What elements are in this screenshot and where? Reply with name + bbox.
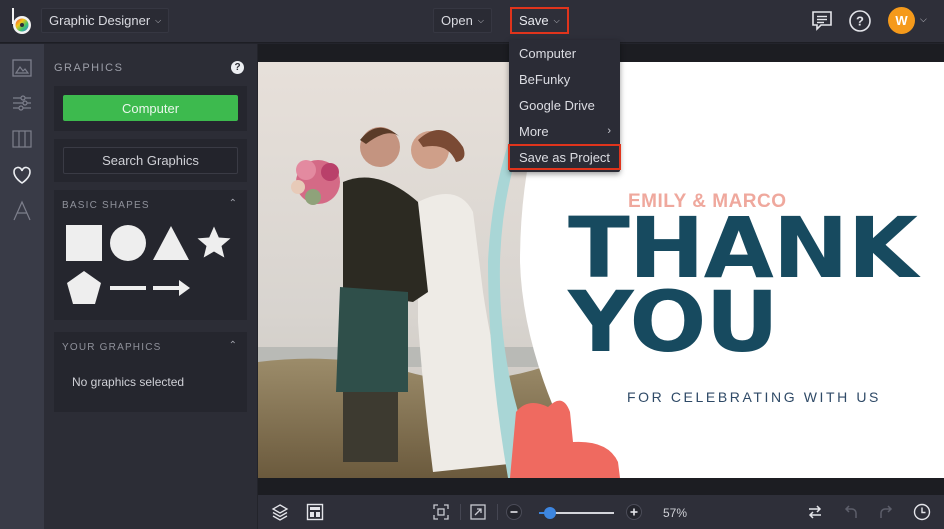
chevron-down-icon[interactable]: ⌵ bbox=[920, 14, 927, 25]
zoom-slider[interactable] bbox=[539, 507, 614, 519]
chevron-down-icon: ⌵ bbox=[477, 15, 484, 25]
divider bbox=[460, 504, 461, 520]
zoom-in-icon[interactable] bbox=[625, 503, 643, 521]
app-mode-select[interactable]: Graphic Designer ⌵ bbox=[41, 8, 170, 33]
shape-star[interactable] bbox=[195, 225, 233, 261]
text-icon[interactable] bbox=[10, 199, 34, 223]
panel-title: GRAPHICS bbox=[54, 62, 124, 74]
chevron-up-icon[interactable]: ⌃ bbox=[229, 340, 237, 351]
save-dropdown-menu: Computer BeFunky Google Drive More › Sav… bbox=[508, 40, 621, 172]
actual-size-icon[interactable] bbox=[469, 503, 487, 521]
menu-item-label: More bbox=[519, 123, 549, 139]
basic-shapes-title: BASIC SHAPES bbox=[62, 200, 150, 211]
menu-item-label: Computer bbox=[519, 45, 577, 61]
help-icon[interactable]: ? bbox=[848, 9, 872, 33]
user-avatar[interactable]: W bbox=[888, 7, 915, 34]
shape-arrow[interactable] bbox=[153, 280, 190, 296]
search-graphics-button[interactable]: Search Graphics bbox=[63, 147, 238, 174]
chevron-down-icon: ⌵ bbox=[553, 15, 560, 25]
undo-icon[interactable] bbox=[842, 503, 860, 521]
shape-line[interactable] bbox=[110, 286, 146, 290]
shape-pentagon[interactable] bbox=[66, 270, 102, 306]
help-icon[interactable]: ? bbox=[231, 61, 244, 74]
menu-item-befunky[interactable]: BeFunky bbox=[509, 66, 620, 92]
befunky-logo-icon[interactable] bbox=[9, 7, 35, 35]
menu-item-google-drive[interactable]: Google Drive bbox=[509, 92, 620, 118]
open-label: Open bbox=[441, 13, 473, 28]
search-block: Search Graphics bbox=[54, 139, 247, 182]
redo-icon[interactable] bbox=[877, 503, 895, 521]
menu-item-label: Save as Project bbox=[519, 149, 611, 165]
chevron-right-icon: › bbox=[607, 125, 611, 137]
app-mode-label: Graphic Designer bbox=[49, 13, 151, 28]
shape-circle[interactable] bbox=[110, 225, 146, 261]
menu-item-label: BeFunky bbox=[519, 71, 571, 87]
shape-triangle[interactable] bbox=[152, 225, 190, 261]
svg-text:?: ? bbox=[856, 14, 864, 29]
empty-graphics-message: No graphics selected bbox=[72, 375, 185, 389]
chevron-down-icon: ⌵ bbox=[155, 15, 162, 25]
heart-icon[interactable] bbox=[10, 163, 34, 187]
bottom-toolbar: 57% bbox=[258, 495, 944, 529]
layout-icon[interactable] bbox=[306, 503, 324, 521]
menu-item-computer[interactable]: Computer bbox=[509, 40, 620, 66]
chat-icon[interactable] bbox=[810, 9, 834, 33]
menu-item-label: Google Drive bbox=[519, 97, 595, 113]
menu-item-more[interactable]: More › bbox=[509, 118, 620, 144]
basic-shapes-section: BASIC SHAPES ⌃ bbox=[54, 190, 247, 320]
you-text[interactable]: YOU bbox=[568, 280, 779, 364]
subtitle-text[interactable]: FOR CELEBRATING WITH US bbox=[627, 389, 881, 405]
zoom-out-icon[interactable] bbox=[505, 503, 523, 521]
divider bbox=[497, 504, 498, 520]
save-label: Save bbox=[519, 13, 549, 28]
computer-upload-button[interactable]: Computer bbox=[63, 95, 238, 121]
shape-square[interactable] bbox=[66, 225, 102, 261]
sliders-icon[interactable] bbox=[10, 91, 34, 115]
graphics-panel: GRAPHICS ? Computer Search Graphics BASI… bbox=[44, 44, 258, 529]
zoom-slider-handle[interactable] bbox=[544, 507, 557, 519]
open-button[interactable]: Open ⌵ bbox=[433, 8, 492, 33]
fit-screen-icon[interactable] bbox=[432, 503, 450, 521]
layers-icon[interactable] bbox=[271, 503, 289, 521]
chevron-up-icon[interactable]: ⌃ bbox=[229, 198, 237, 209]
frames-icon[interactable] bbox=[10, 127, 34, 151]
tool-rail bbox=[0, 44, 44, 529]
image-icon[interactable] bbox=[10, 56, 34, 80]
your-graphics-section: YOUR GRAPHICS ⌃ No graphics selected bbox=[54, 332, 247, 412]
zoom-percentage: 57% bbox=[663, 506, 688, 520]
save-button[interactable]: Save ⌵ bbox=[510, 7, 569, 34]
menu-item-save-as-project[interactable]: Save as Project bbox=[508, 144, 621, 170]
history-clock-icon[interactable] bbox=[913, 503, 931, 521]
flip-swap-icon[interactable] bbox=[806, 503, 824, 521]
computer-block: Computer bbox=[54, 86, 247, 131]
your-graphics-title: YOUR GRAPHICS bbox=[62, 342, 162, 353]
top-bar: Graphic Designer ⌵ Open ⌵ Save ⌵ ? W ⌵ bbox=[0, 0, 944, 43]
